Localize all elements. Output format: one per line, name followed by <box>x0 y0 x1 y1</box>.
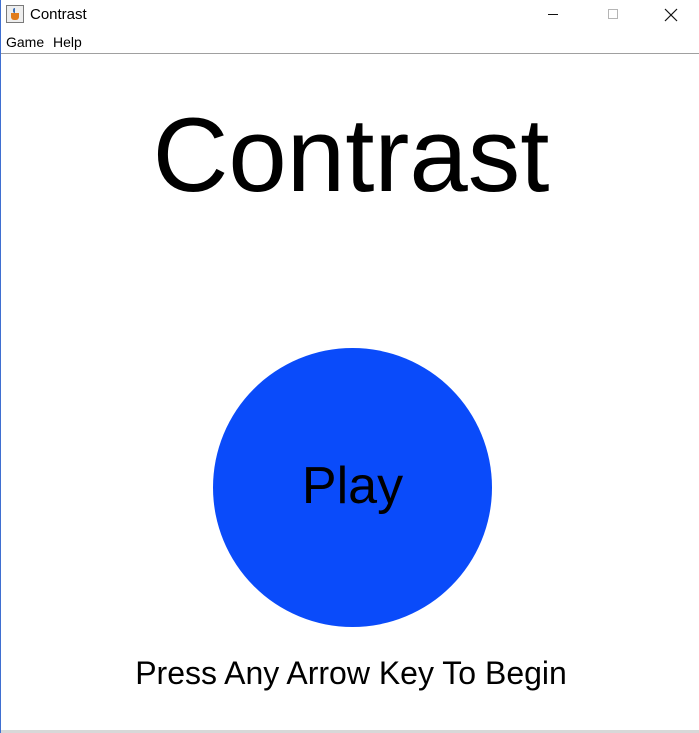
minimize-icon <box>548 14 558 15</box>
play-button[interactable]: Play <box>213 348 492 627</box>
close-button[interactable] <box>648 0 694 31</box>
title-bar[interactable]: Contrast <box>1 0 699 31</box>
app-window: Contrast Game Help Contrast Play Press A… <box>0 0 699 733</box>
game-canvas[interactable]: Contrast Play Press Any Arrow Key To Beg… <box>1 54 699 733</box>
menu-game[interactable]: Game <box>6 34 44 51</box>
maximize-button[interactable] <box>590 0 636 31</box>
close-icon <box>664 8 678 22</box>
java-cup-shape <box>11 13 19 20</box>
game-title: Contrast <box>152 97 550 214</box>
menu-help[interactable]: Help <box>53 34 82 51</box>
window-title: Contrast <box>30 6 87 23</box>
play-button-label: Play <box>301 457 404 515</box>
java-cup-icon[interactable] <box>6 5 24 23</box>
minimize-button[interactable] <box>531 0 577 31</box>
start-instructions: Press Any Arrow Key To Begin <box>135 655 567 691</box>
menu-bar: Game Help <box>1 31 699 54</box>
maximize-icon <box>608 9 618 19</box>
